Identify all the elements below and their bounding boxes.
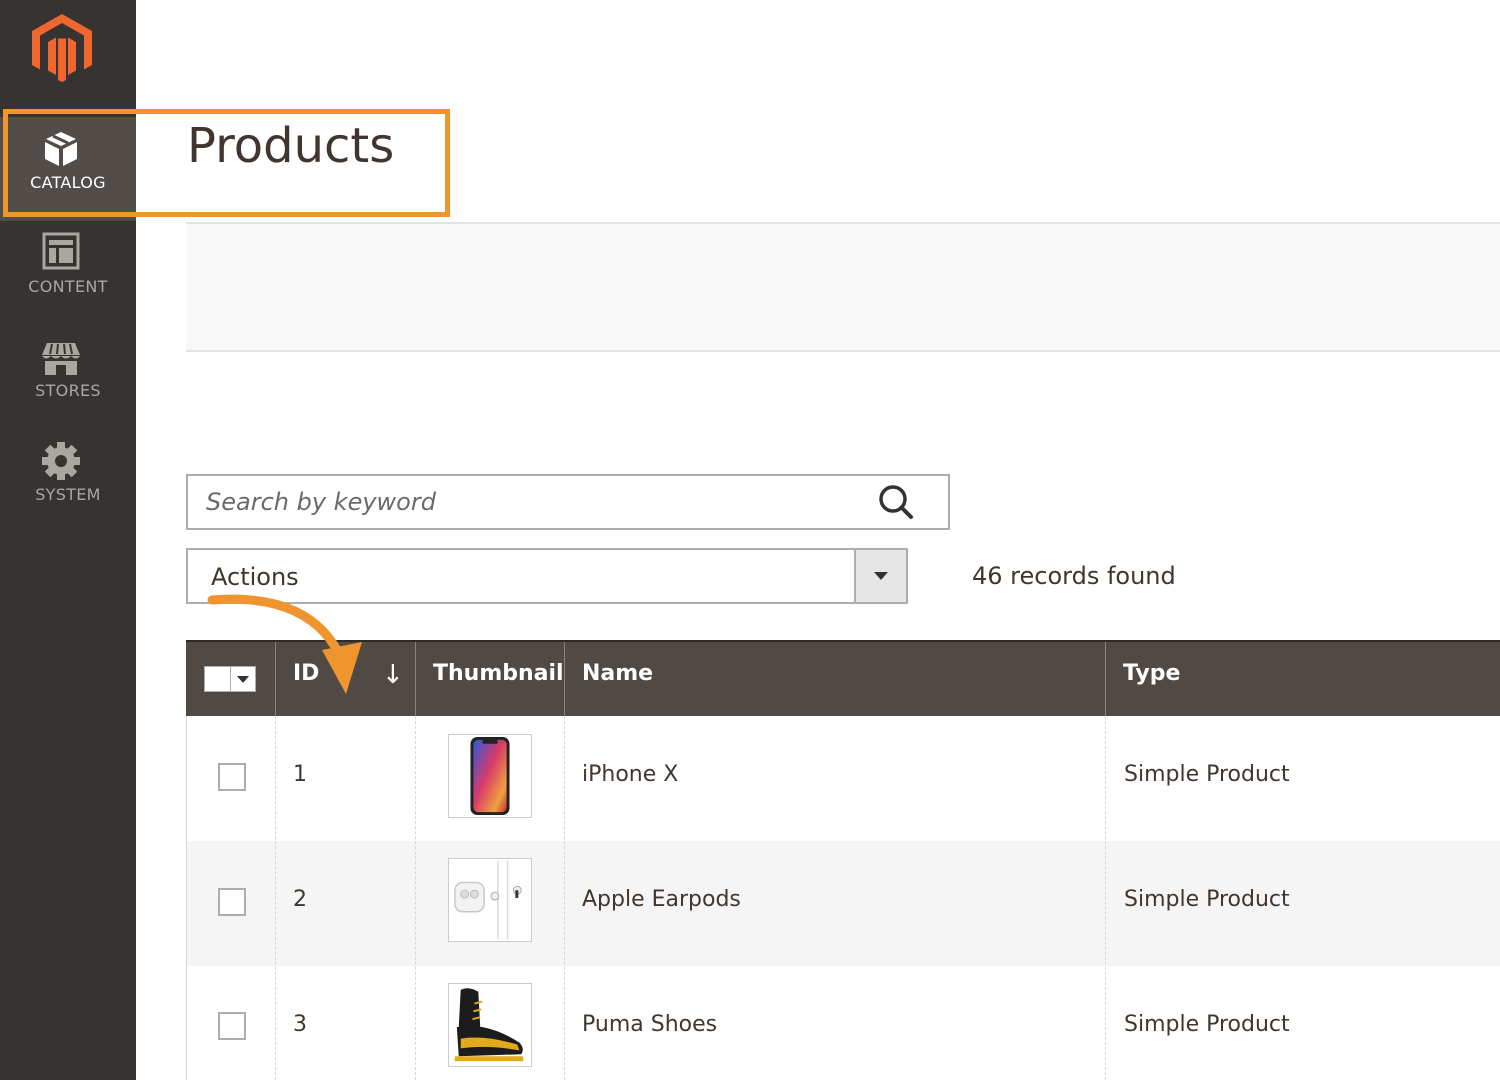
sidebar-item-label: STORES xyxy=(35,381,101,400)
product-name: iPhone X xyxy=(582,762,679,787)
table-row[interactable]: 3 Puma Shoes Simple Product xyxy=(186,966,1500,1080)
product-name: Apple Earpods xyxy=(582,887,741,912)
search-icon[interactable] xyxy=(874,482,918,522)
select-all-checkbox[interactable] xyxy=(205,667,231,691)
column-header-label: Thumbnail xyxy=(433,661,564,686)
product-type: Simple Product xyxy=(1124,887,1290,912)
iphone-x-thumbnail[interactable] xyxy=(448,734,532,818)
sidebar-item-label: CONTENT xyxy=(28,277,108,296)
sidebar-item-system[interactable]: SYSTEM xyxy=(0,429,136,533)
product-id: 1 xyxy=(293,762,307,787)
column-divider xyxy=(415,716,416,1080)
actions-dropdown[interactable]: Actions xyxy=(186,548,908,604)
column-header-name[interactable]: Name xyxy=(565,642,1105,718)
row-checkbox[interactable] xyxy=(218,888,246,916)
column-divider xyxy=(1105,716,1106,1080)
sidebar-item-label: SYSTEM xyxy=(35,485,101,504)
search-input[interactable] xyxy=(188,476,868,528)
grid-header: ID ↓ Thumbnail Name Type xyxy=(186,640,1500,718)
row-checkbox[interactable] xyxy=(218,763,246,791)
sidebar-item-content[interactable]: CONTENT xyxy=(0,221,136,325)
mass-select-control[interactable] xyxy=(204,666,256,692)
product-name: Puma Shoes xyxy=(582,1012,718,1037)
search-box xyxy=(186,474,950,530)
sidebar-item-label: CATALOG xyxy=(30,173,106,192)
column-header-label: Name xyxy=(582,661,654,686)
table-row[interactable]: 2 Apple Earpods Simple Product xyxy=(186,841,1500,966)
row-checkbox[interactable] xyxy=(218,1012,246,1040)
product-id: 3 xyxy=(293,1012,307,1037)
chevron-down-icon[interactable] xyxy=(237,676,249,683)
product-type: Simple Product xyxy=(1124,1012,1290,1037)
product-type: Simple Product xyxy=(1124,762,1290,787)
column-header-type[interactable]: Type xyxy=(1106,642,1500,718)
records-count: 46 records found xyxy=(972,562,1176,590)
column-header-label: Type xyxy=(1123,661,1181,686)
column-header-label: ID xyxy=(293,661,320,686)
sidebar-item-stores[interactable]: STORES xyxy=(0,325,136,429)
grid-left-border xyxy=(186,716,187,1080)
column-header-thumbnail: Thumbnail xyxy=(416,642,564,718)
actions-toggle-button[interactable] xyxy=(854,550,906,602)
table-row[interactable]: 1 iPhone X Simple Product xyxy=(186,716,1500,841)
box-icon xyxy=(45,132,77,166)
column-divider xyxy=(564,716,565,1080)
actions-label: Actions xyxy=(211,563,299,591)
chevron-down-icon xyxy=(874,572,888,580)
apple-earpods-thumbnail[interactable] xyxy=(448,858,532,942)
page-title: Products xyxy=(187,118,395,174)
layout-icon xyxy=(42,232,80,270)
page-actions-band xyxy=(186,222,1500,352)
sidebar-item-catalog[interactable]: CATALOG xyxy=(0,117,136,221)
product-id: 2 xyxy=(293,887,307,912)
gear-icon xyxy=(42,442,80,480)
column-divider xyxy=(275,716,276,1080)
storefront-icon xyxy=(42,343,80,375)
puma-shoes-thumbnail[interactable] xyxy=(448,983,532,1067)
magento-logo[interactable] xyxy=(30,12,94,82)
sort-descending-icon[interactable]: ↓ xyxy=(382,642,404,708)
admin-sidebar: CATALOG CONTENT STORES SYSTEM xyxy=(0,0,136,1080)
